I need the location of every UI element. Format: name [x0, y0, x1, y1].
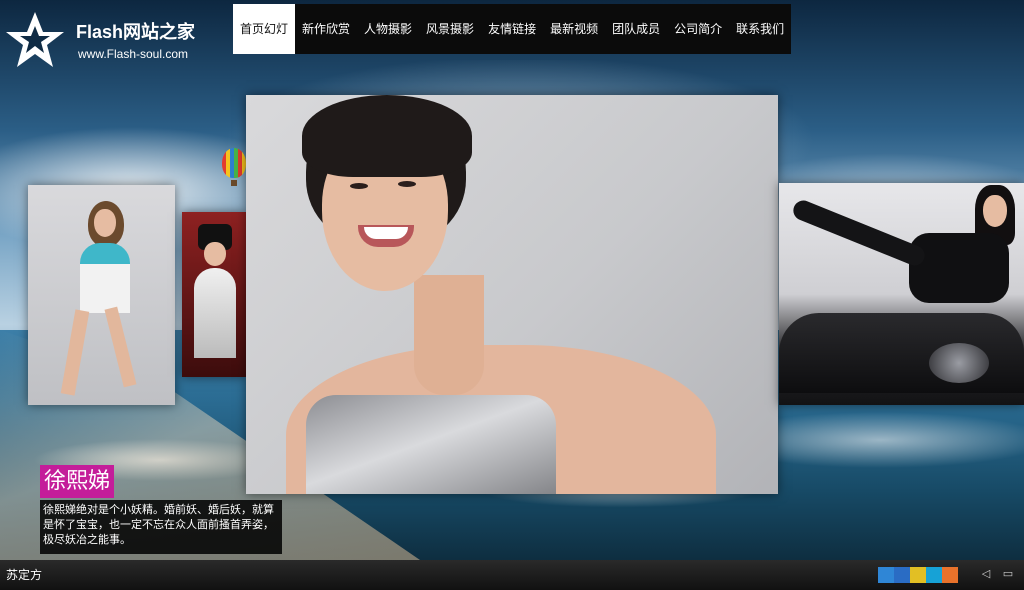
nav-item-home-slideshow[interactable]: 首页幻灯 [233, 4, 296, 54]
nav-item-portrait[interactable]: 人物摄影 [357, 4, 419, 54]
gallery-photo-small[interactable] [182, 212, 246, 377]
qq-weibo-icon[interactable] [926, 567, 942, 583]
site-name[interactable]: Flash网站之家 [76, 18, 195, 44]
nav-item-links[interactable]: 友情链接 [481, 4, 543, 54]
nav-item-new-works[interactable]: 新作欣赏 [295, 4, 357, 54]
nav-item-team[interactable]: 团队成员 [605, 4, 667, 54]
speaker-icon[interactable]: ◁ [980, 568, 992, 580]
share-icons [878, 567, 958, 583]
sina-weibo-icon[interactable] [942, 567, 958, 583]
main-nav: 首页幻灯 新作欣赏 人物摄影 风景摄影 友情链接 最新视频 团队成员 公司简介 … [233, 4, 791, 54]
gallery-photo-left[interactable] [28, 185, 175, 405]
kaixin-icon[interactable] [910, 567, 926, 583]
gallery-photo-right[interactable] [779, 183, 1024, 405]
fullscreen-icon[interactable]: ▭ [1002, 568, 1014, 580]
hot-air-balloon-icon [222, 148, 246, 186]
nav-item-contact[interactable]: 联系我们 [729, 4, 791, 54]
site-url[interactable]: www.Flash-soul.com [78, 47, 188, 61]
nav-item-about[interactable]: 公司简介 [667, 4, 729, 54]
gallery-photo-main[interactable] [246, 95, 778, 494]
caption-title: 徐熙娣 [40, 465, 115, 498]
nav-item-landscape[interactable]: 风景摄影 [419, 4, 481, 54]
bottom-player-bar: 苏定方 ◁ ▭ [0, 560, 1024, 590]
caption-description: 徐熙娣绝对是个小妖精。婚前妖、婚后妖，就算是怀了宝宝，也一定不忘在众人面前搔首弄… [40, 500, 282, 554]
star-logo-icon[interactable] [4, 10, 66, 70]
qq-zone-icon[interactable] [878, 567, 894, 583]
music-track-name[interactable]: 苏定方 [6, 566, 42, 583]
renren-icon[interactable] [894, 567, 910, 583]
nav-item-videos[interactable]: 最新视频 [543, 4, 605, 54]
